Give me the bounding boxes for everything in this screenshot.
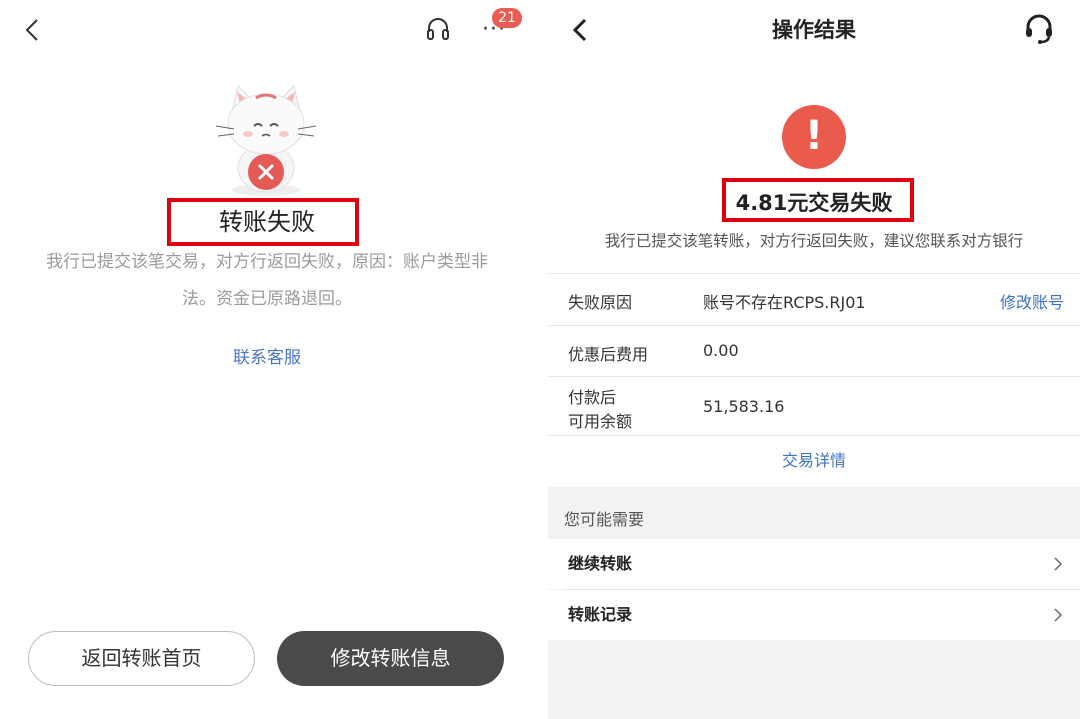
transfer-failed-title: 转账失败 xyxy=(219,208,315,236)
balance-label-line1: 付款后 xyxy=(568,388,617,407)
transfer-records-label: 转账记录 xyxy=(568,605,633,624)
notification-badge: 21 xyxy=(492,8,522,28)
chevron-right-icon xyxy=(1054,608,1062,622)
transaction-details-link[interactable]: 交易详情 xyxy=(548,446,1080,476)
failure-reason-label: 失败原因 xyxy=(568,293,633,312)
continue-transfer-label: 继续转账 xyxy=(568,554,633,573)
divider xyxy=(548,273,1080,274)
left-screen: ··· 21 转账失败 我行已提交该笔交易，对方行返回失败，原因：账户类型非法。… xyxy=(0,0,540,719)
cat-mascot-illustration xyxy=(215,85,317,196)
divider xyxy=(548,325,1080,326)
transaction-status: 4.81元交易失败 xyxy=(735,191,893,215)
status-subtitle: 我行已提交该笔转账，对方行返回失败，建议您联系对方银行 xyxy=(604,232,1024,250)
modify-transfer-info-button[interactable]: 修改转账信息 xyxy=(277,631,504,686)
failure-description: 我行已提交该笔交易，对方行返回失败，原因：账户类型非法。资金已原路退回。 xyxy=(46,252,488,309)
failure-reason-value: 账号不存在RCPS.RJ01 xyxy=(703,293,866,312)
right-screen: 操作结果 ! 4.81元交易失败 我行已提交该笔转账，对方行返回失败，建议您联系… xyxy=(548,0,1080,719)
available-balance-value: 51,583.16 xyxy=(703,397,785,416)
chevron-right-icon xyxy=(1054,557,1062,571)
fee-label: 优惠后费用 xyxy=(568,345,649,364)
customer-service-icon[interactable] xyxy=(1022,12,1056,46)
balance-label-line2: 可用余额 xyxy=(568,412,633,431)
panel-gap xyxy=(540,0,548,719)
transfer-records-item[interactable]: 转账记录 xyxy=(548,590,1080,640)
section-title: 您可能需要 xyxy=(564,510,645,529)
alert-icon: ! xyxy=(782,105,846,169)
headset-icon[interactable] xyxy=(424,16,452,44)
fee-value: 0.00 xyxy=(703,341,739,360)
continue-transfer-item[interactable]: 继续转账 xyxy=(548,539,1080,589)
back-arrow-icon[interactable] xyxy=(22,16,44,44)
page-title: 操作结果 xyxy=(772,18,856,42)
divider xyxy=(548,376,1080,377)
contact-service-link[interactable]: 联系客服 xyxy=(0,343,534,373)
back-to-transfer-home-button[interactable]: 返回转账首页 xyxy=(28,631,255,686)
divider xyxy=(548,435,1080,436)
modify-account-link[interactable]: 修改账号 xyxy=(1000,289,1064,313)
